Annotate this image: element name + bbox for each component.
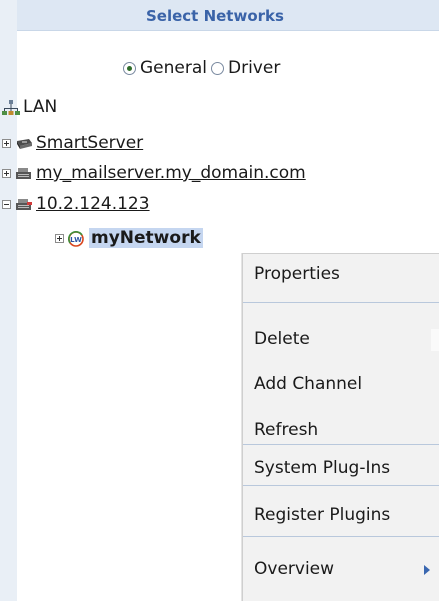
submenu-arrow-icon	[424, 565, 430, 575]
left-gutter	[0, 0, 17, 601]
menu-separator	[243, 302, 439, 303]
tree-node-mailserver[interactable]: my_mailserver.my_domain.com	[2, 163, 306, 183]
expand-icon[interactable]	[55, 233, 64, 243]
mode-radio-group: General Driver	[123, 58, 284, 78]
menu-item-system-plugins[interactable]: System Plug-Ins	[243, 458, 439, 478]
tree-node-ip[interactable]: 10.2.124.123	[2, 194, 150, 214]
general-radio[interactable]	[123, 61, 136, 75]
svg-text:LW: LW	[70, 236, 82, 244]
tree-root-lan[interactable]: LAN	[2, 97, 57, 117]
lan-icon	[2, 100, 20, 115]
lonworks-network-icon: LW	[67, 231, 84, 247]
tree-node-smartserver[interactable]: SmartServer	[2, 133, 143, 153]
menu-item-properties[interactable]: Properties	[243, 264, 439, 284]
driver-radio-label[interactable]: Driver	[228, 58, 280, 78]
collapse-icon[interactable]	[2, 199, 11, 209]
smartserver-icon	[15, 136, 32, 150]
general-radio-label[interactable]: General	[140, 58, 207, 78]
menu-separator	[243, 536, 439, 537]
tree-root-label: LAN	[23, 97, 58, 117]
network-selector-panel: Select Networks General Driver LAN Smart…	[0, 0, 439, 601]
panel-title: Select Networks	[146, 7, 284, 25]
tree-node-label[interactable]: SmartServer	[36, 133, 143, 153]
menu-item-overview[interactable]: Overview	[243, 559, 439, 579]
context-menu: Properties Delete Add Channel Refresh Sy…	[242, 253, 439, 601]
menu-item-refresh[interactable]: Refresh	[243, 420, 439, 440]
menu-item-add-channel[interactable]: Add Channel	[243, 374, 439, 394]
server-icon	[15, 197, 32, 211]
expand-icon[interactable]	[2, 168, 11, 178]
tree-node-label[interactable]: myNetwork	[89, 228, 203, 248]
menu-item-register-plugins[interactable]: Register Plugins	[243, 505, 439, 525]
server-icon	[15, 166, 31, 180]
expand-icon[interactable]	[2, 138, 11, 148]
tree-node-label[interactable]: 10.2.124.123	[36, 194, 150, 214]
tree-node-mynetwork[interactable]: LW myNetwork	[55, 228, 203, 248]
header-bar: Select Networks	[17, 0, 439, 31]
tree-node-label[interactable]: my_mailserver.my_domain.com	[36, 163, 306, 183]
menu-separator	[243, 485, 439, 486]
driver-radio[interactable]	[211, 61, 224, 75]
menu-item-delete[interactable]: Delete	[243, 329, 439, 349]
menu-separator	[243, 444, 439, 445]
